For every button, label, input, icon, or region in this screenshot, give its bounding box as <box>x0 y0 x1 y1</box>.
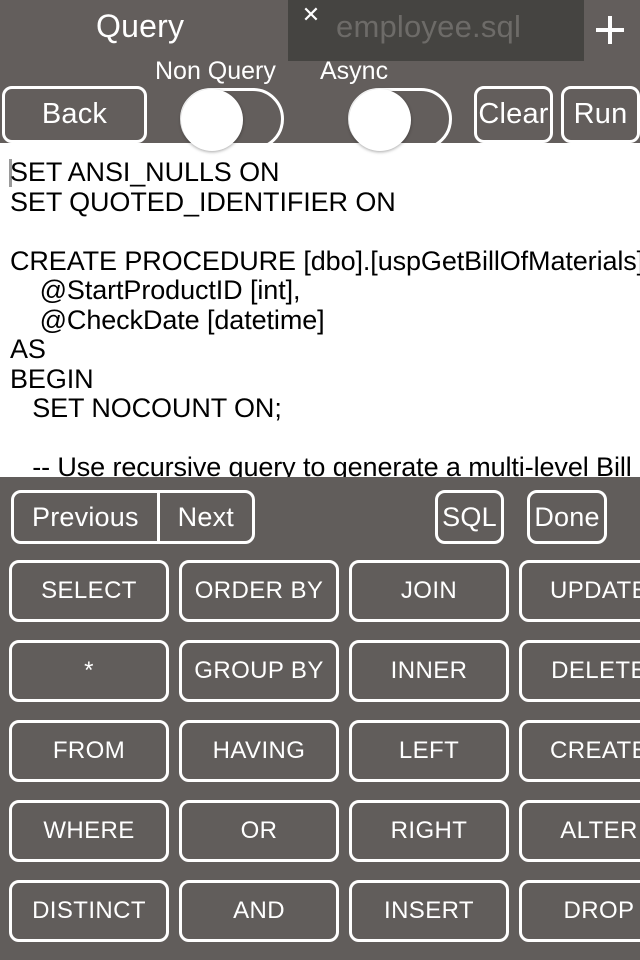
keyword-key-from[interactable]: FROM <box>9 720 169 782</box>
keyword-key-or[interactable]: OR <box>179 800 339 862</box>
keyword-key-having[interactable]: HAVING <box>179 720 339 782</box>
next-button[interactable]: Next <box>156 493 252 541</box>
header-clip: Query ✕ employee.sql Non Query Async Bac… <box>0 0 640 143</box>
keyword-row: WHERE OR RIGHT ALTER <box>9 800 640 880</box>
app-header: Query ✕ employee.sql Non Query Async Bac… <box>0 0 640 143</box>
keyword-key-drop[interactable]: DROP <box>519 880 640 942</box>
prev-next-segmented-control[interactable]: Previous Next <box>11 490 255 544</box>
code-line: BEGIN <box>10 363 94 394</box>
keyword-row: * GROUP BY INNER DELETE <box>9 640 640 720</box>
sql-keyword-grid: SELECT ORDER BY JOIN UPDATE * GROUP BY INNER DE… <box>9 560 640 960</box>
code-line: @StartProductID [int], <box>10 275 301 305</box>
code-line: SET NOCOUNT ON; <box>10 393 282 423</box>
keyword-key-alter[interactable]: ALTER <box>519 800 640 862</box>
async-switch[interactable] <box>348 88 452 151</box>
keyword-key-distinct[interactable]: DISTINCT <box>9 880 169 942</box>
keyword-key-create[interactable]: CREATE <box>519 720 640 782</box>
sql-keyboard-panel: Previous Next SQL Done SELECT ORDER BY JOI… <box>0 477 640 960</box>
keyword-key-insert[interactable]: INSERT <box>349 880 509 942</box>
code-line: @CheckDate [datetime] <box>10 304 325 335</box>
keyword-row: SELECT ORDER BY JOIN UPDATE <box>9 560 640 640</box>
async-switch-knob <box>349 89 411 151</box>
keyword-key-[interactable]: * <box>9 640 169 702</box>
keyword-key-inner[interactable]: INNER <box>349 640 509 702</box>
keyword-key-update[interactable]: UPDATE <box>519 560 640 622</box>
clear-button[interactable]: Clear <box>474 86 553 143</box>
code-line: SET QUOTED_IDENTIFIER ON <box>10 186 396 217</box>
code-line: CREATE PROCEDURE [dbo].[uspGetBillOfMate… <box>10 245 640 276</box>
sql-text-editor[interactable]: SET ANSI_NULLS ON SET QUOTED_IDENTIFIER O… <box>0 143 640 477</box>
plus-icon[interactable] <box>590 10 630 50</box>
async-switch-label: Async <box>320 57 389 85</box>
file-tab-employee-sql[interactable]: ✕ employee.sql <box>288 0 584 61</box>
non-query-switch[interactable] <box>180 88 284 151</box>
keyword-key-order-by[interactable]: ORDER BY <box>179 560 339 622</box>
page-title: Query <box>96 8 185 44</box>
sql-button[interactable]: SQL <box>435 490 504 544</box>
code-line: -- Use recursive query to generate a mul… <box>10 452 632 477</box>
plus-icon-vertical <box>608 16 612 44</box>
sql-code-body: SET ANSI_NULLS ON SET QUOTED_IDENTIFIER O… <box>10 157 640 477</box>
keyword-key-right[interactable]: RIGHT <box>349 800 509 862</box>
back-button[interactable]: Back <box>2 86 147 143</box>
query-editor-screen: Query ✕ employee.sql Non Query Async Bac… <box>0 0 640 960</box>
keyword-key-delete[interactable]: DELETE <box>519 640 640 702</box>
non-query-switch-label: Non Query <box>155 57 276 85</box>
keyboard-toolbar: Previous Next SQL Done <box>0 477 640 557</box>
keyword-key-group-by[interactable]: GROUP BY <box>179 640 339 702</box>
file-tab-label: employee.sql <box>336 9 522 44</box>
keyword-key-left[interactable]: LEFT <box>349 720 509 782</box>
run-button[interactable]: Run <box>561 86 640 143</box>
keyword-key-join[interactable]: JOIN <box>349 560 509 622</box>
done-button[interactable]: Done <box>527 490 607 544</box>
close-icon[interactable]: ✕ <box>298 2 324 28</box>
keyword-key-and[interactable]: AND <box>179 880 339 942</box>
keyword-key-where[interactable]: WHERE <box>9 800 169 862</box>
keyword-key-select[interactable]: SELECT <box>9 560 169 622</box>
keyword-row: DISTINCT AND INSERT DROP <box>9 880 640 960</box>
code-line: SET ANSI_NULLS ON <box>10 157 280 187</box>
code-line: AS <box>10 334 46 364</box>
previous-button[interactable]: Previous <box>14 493 157 541</box>
non-query-switch-knob <box>181 89 243 151</box>
keyword-row: FROM HAVING LEFT CREATE <box>9 720 640 800</box>
